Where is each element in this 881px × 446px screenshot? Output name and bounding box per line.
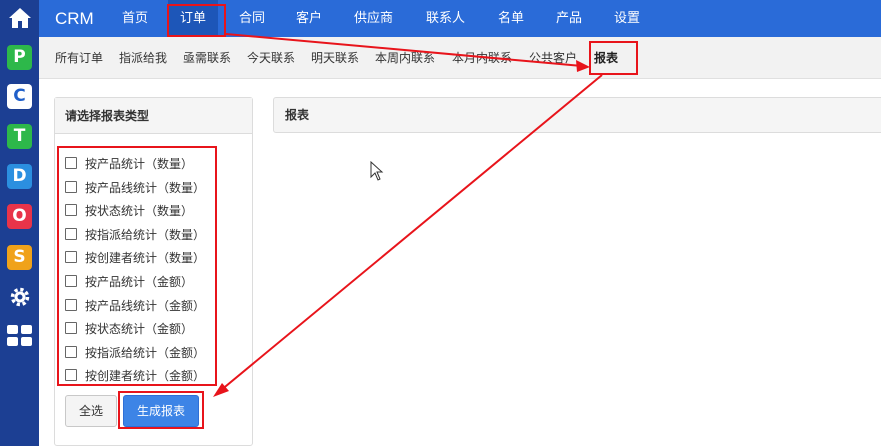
p-app-icon[interactable]: P <box>7 45 32 70</box>
report-type-panel: 请选择报表类型 按产品统计（数量） 按产品线统计（数量） 按状态统计（数量） 按… <box>54 97 253 446</box>
nav-home[interactable]: 首页 <box>122 0 148 37</box>
report-panel: 报表 <box>273 97 881 133</box>
subnav-report[interactable]: 报表 <box>594 37 618 79</box>
option-creator-qty[interactable]: 按创建者统计（数量） <box>65 247 205 267</box>
nav-lists[interactable]: 名单 <box>498 0 524 37</box>
nav-products[interactable]: 产品 <box>556 0 582 37</box>
nav-contracts[interactable]: 合同 <box>239 0 265 37</box>
t-app-icon[interactable]: T <box>7 124 32 149</box>
sub-nav: 所有订单 指派给我 亟需联系 今天联系 明天联系 本周内联系 本月内联系 公共客… <box>39 37 881 79</box>
subnav-contact-tomorrow[interactable]: 明天联系 <box>311 37 359 79</box>
top-nav: CRM 首页 订单 合同 客户 供应商 联系人 名单 产品 设置 <box>39 0 881 37</box>
subnav-contact-this-month[interactable]: 本月内联系 <box>452 37 512 79</box>
option-product-qty[interactable]: 按产品统计（数量） <box>65 153 193 173</box>
s-app-icon[interactable]: S <box>7 245 32 270</box>
checkbox[interactable] <box>65 251 77 263</box>
option-product-line-qty[interactable]: 按产品线统计（数量） <box>65 177 205 197</box>
mouse-cursor-icon <box>370 160 384 185</box>
generate-report-button[interactable]: 生成报表 <box>123 395 199 427</box>
o-app-icon[interactable]: O <box>7 204 32 229</box>
checkbox[interactable] <box>65 228 77 240</box>
home-icon[interactable] <box>7 5 32 30</box>
checkbox[interactable] <box>65 299 77 311</box>
nav-orders[interactable]: 订单 <box>168 0 219 37</box>
subnav-contact-today[interactable]: 今天联系 <box>247 37 295 79</box>
brand-logo: CRM <box>55 9 94 28</box>
checkbox[interactable] <box>65 275 77 287</box>
option-assignee-amount[interactable]: 按指派给统计（金额） <box>65 342 205 362</box>
subnav-all-orders[interactable]: 所有订单 <box>55 37 103 79</box>
panel-title: 请选择报表类型 <box>55 98 252 134</box>
option-creator-amount[interactable]: 按创建者统计（金额） <box>65 365 205 385</box>
select-all-button[interactable]: 全选 <box>65 395 117 427</box>
option-status-qty[interactable]: 按状态统计（数量） <box>65 200 193 220</box>
nav-contacts[interactable]: 联系人 <box>426 0 465 37</box>
subnav-public-customers[interactable]: 公共客户 <box>529 37 577 79</box>
option-assignee-qty[interactable]: 按指派给统计（数量） <box>65 224 205 244</box>
d-app-icon[interactable]: D <box>7 164 32 189</box>
subnav-assigned-to-me[interactable]: 指派给我 <box>119 37 167 79</box>
nav-customers[interactable]: 客户 <box>296 0 322 37</box>
checkbox[interactable] <box>65 181 77 193</box>
option-product-line-amount[interactable]: 按产品线统计（金额） <box>65 295 205 315</box>
nav-settings[interactable]: 设置 <box>614 0 640 37</box>
option-status-amount[interactable]: 按状态统计（金额） <box>65 318 193 338</box>
checkbox[interactable] <box>65 322 77 334</box>
app-root: P C T D O S CRM 首页 订单 合同 客户 供应商 联系人 名单 产… <box>0 0 881 446</box>
gear-icon[interactable] <box>7 284 32 309</box>
nav-suppliers[interactable]: 供应商 <box>354 0 393 37</box>
checkbox[interactable] <box>65 346 77 358</box>
c-app-icon[interactable]: C <box>7 84 32 109</box>
app-rail: P C T D O S <box>0 0 39 446</box>
checkbox[interactable] <box>65 204 77 216</box>
option-product-amount[interactable]: 按产品统计（金额） <box>65 271 193 291</box>
subnav-urgent-contact[interactable]: 亟需联系 <box>183 37 231 79</box>
checkbox[interactable] <box>65 157 77 169</box>
report-title: 报表 <box>285 108 310 122</box>
subnav-contact-this-week[interactable]: 本周内联系 <box>375 37 435 79</box>
checkbox[interactable] <box>65 369 77 381</box>
grid-icon[interactable] <box>7 323 32 348</box>
